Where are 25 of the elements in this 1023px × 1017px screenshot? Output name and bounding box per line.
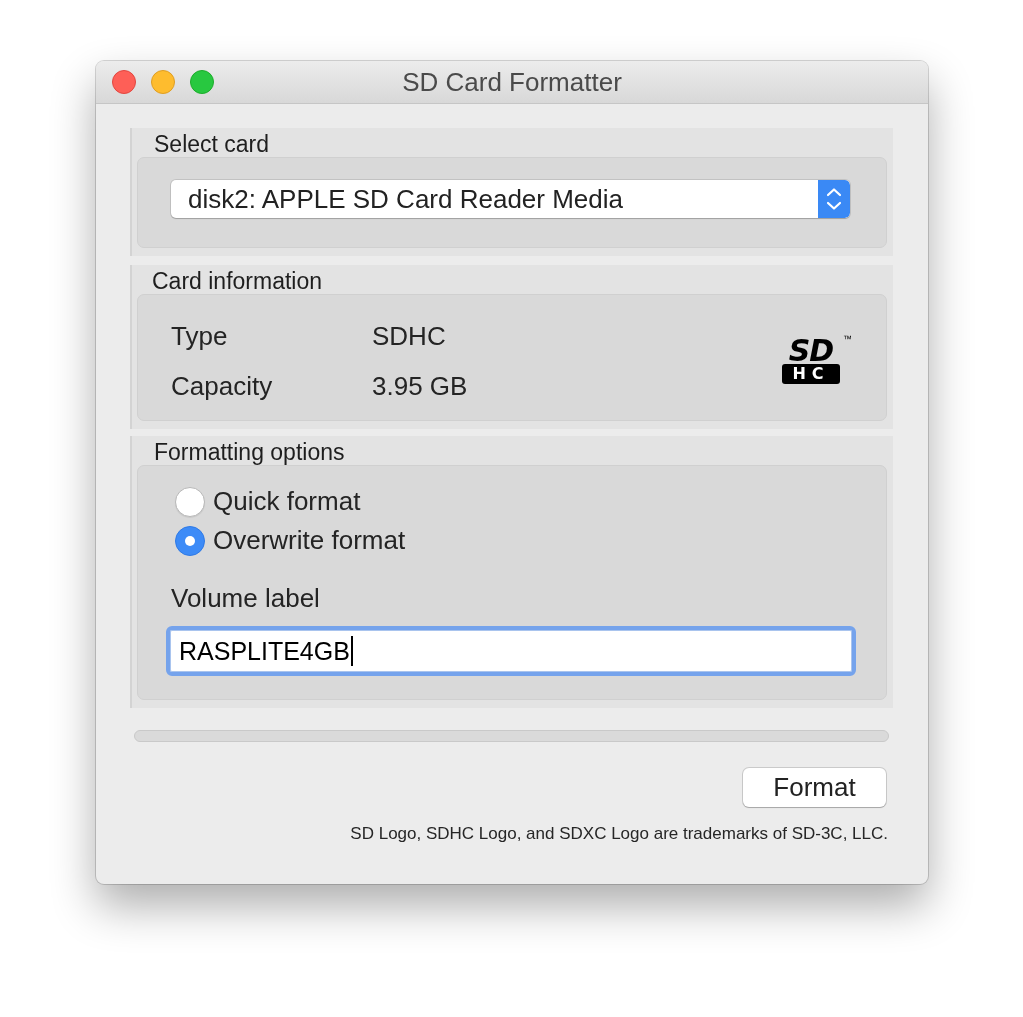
- trademark-symbol: ™: [843, 334, 852, 344]
- field-label: Capacity: [171, 370, 273, 402]
- option-label[interactable]: Quick format: [213, 486, 361, 517]
- section-title: Card information: [152, 269, 323, 293]
- minimize-button[interactable]: [151, 70, 175, 94]
- field-label: Type: [171, 320, 228, 352]
- section-title: Select card: [154, 132, 270, 156]
- field-value: 3.95 GB: [372, 370, 468, 402]
- zoom-button[interactable]: [190, 70, 214, 94]
- field-label: Volume label: [171, 585, 320, 611]
- radio-button[interactable]: [175, 486, 205, 517]
- option-label[interactable]: Overwrite format: [213, 525, 406, 556]
- volume-label-field[interactable]: RASPLITE4GB: [166, 626, 856, 676]
- logo-badge: HC: [782, 364, 840, 384]
- section-title: Formatting options: [154, 440, 345, 464]
- footer-note: SD Logo, SDHC Logo, and SDXC Logo are trademarks of SD-3C, LLC.: [350, 824, 888, 844]
- window-title: SD Card Formatter: [402, 66, 622, 98]
- device-dropdown[interactable]: disk2: APPLE SD Card Reader Media: [171, 180, 850, 218]
- field-value: SDHC: [372, 320, 446, 352]
- logo-text: SD: [788, 338, 834, 364]
- text-cursor: [350, 636, 353, 666]
- format-button[interactable]: Format: [743, 768, 886, 807]
- radio-button[interactable]: [175, 525, 205, 556]
- close-button[interactable]: [112, 70, 136, 94]
- chevron-up-down-icon: [818, 180, 850, 218]
